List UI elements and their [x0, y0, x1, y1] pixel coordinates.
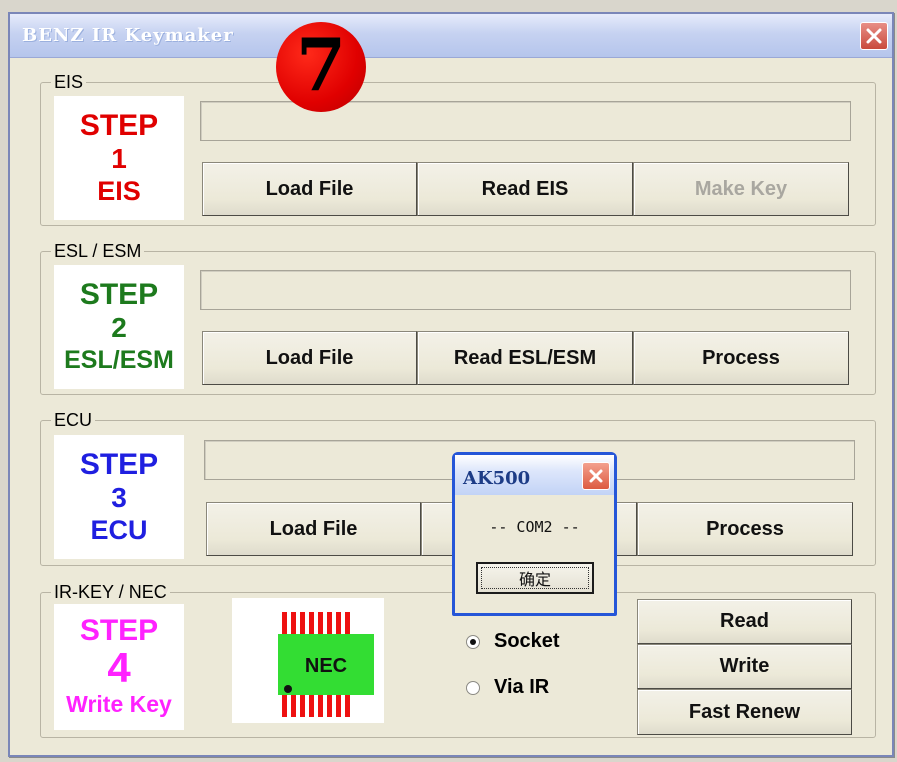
esl-process-button[interactable]: Process — [633, 331, 849, 385]
nec-chip-image: NEC — [232, 598, 384, 723]
via-ir-radio[interactable]: Via IR — [466, 676, 549, 699]
fast-renew-button[interactable]: Fast Renew — [637, 689, 852, 735]
nec-chip-label: NEC — [304, 655, 348, 677]
window-close-button[interactable] — [860, 22, 888, 50]
step1-number: 1 — [111, 143, 127, 174]
close-icon — [589, 469, 603, 483]
step2-name: ESL/ESM — [64, 346, 174, 374]
dialog-message: -- COM2 -- — [489, 518, 580, 536]
group-ir-key-nec-label: IR-KEY / NEC — [51, 582, 170, 602]
title-bar[interactable]: BENZ IR Keymaker — [10, 14, 892, 58]
step3-title: STEP — [79, 448, 159, 481]
read-eis-button[interactable]: Read EIS — [417, 162, 633, 216]
step1-box: STEP 1 EIS — [54, 96, 184, 220]
focus-ring — [481, 567, 589, 589]
step2-number: 2 — [111, 312, 127, 343]
step1-title: STEP — [79, 109, 159, 142]
dialog-title-bar[interactable]: AK500 — [455, 455, 614, 495]
close-icon — [866, 28, 882, 44]
step3-number: 3 — [111, 482, 127, 513]
dialog-title: AK500 — [463, 468, 531, 489]
esl-file-path-field[interactable] — [200, 270, 851, 310]
step4-name: Write Key — [66, 691, 172, 717]
step3-name: ECU — [90, 515, 148, 545]
step2-box: STEP 2 ESL/ESM — [54, 265, 184, 389]
ecu-process-button[interactable]: Process — [637, 502, 853, 556]
group-ecu-label: ECU — [51, 410, 96, 430]
step4-title: STEP — [79, 614, 159, 647]
ir-read-button[interactable]: Read — [637, 599, 852, 644]
esl-load-file-button[interactable]: Load File — [202, 331, 417, 385]
step-number-badge: 7 — [276, 22, 366, 112]
badge-number: 7 — [295, 22, 347, 107]
dialog-ok-button[interactable]: 确定 — [476, 562, 594, 594]
eis-load-file-button[interactable]: Load File — [202, 162, 417, 216]
via-ir-radio-label: Via IR — [494, 676, 550, 698]
ak500-dialog: AK500 -- COM2 -- 确定 — [452, 452, 617, 616]
step4-number: 4 — [107, 644, 131, 691]
socket-radio[interactable]: Socket — [466, 630, 560, 653]
socket-radio-label: Socket — [494, 630, 560, 652]
step3-box: STEP 3 ECU — [54, 435, 184, 559]
ecu-load-file-button[interactable]: Load File — [206, 502, 421, 556]
eis-file-path-field[interactable] — [200, 101, 851, 141]
read-esl-esm-button[interactable]: Read ESL/ESM — [417, 331, 633, 385]
step2-title: STEP — [79, 278, 159, 311]
step4-box: STEP 4 Write Key — [54, 604, 184, 730]
make-key-button[interactable]: Make Key — [633, 162, 849, 216]
socket-radio-button[interactable] — [466, 634, 480, 649]
group-eis-label: EIS — [51, 72, 87, 92]
via-ir-radio-button[interactable] — [466, 680, 480, 695]
window-title: BENZ IR Keymaker — [22, 25, 234, 46]
dialog-close-button[interactable] — [582, 462, 610, 490]
group-esl-esm-label: ESL / ESM — [51, 241, 145, 261]
ir-write-button[interactable]: Write — [637, 644, 852, 689]
step1-name: EIS — [97, 176, 141, 206]
